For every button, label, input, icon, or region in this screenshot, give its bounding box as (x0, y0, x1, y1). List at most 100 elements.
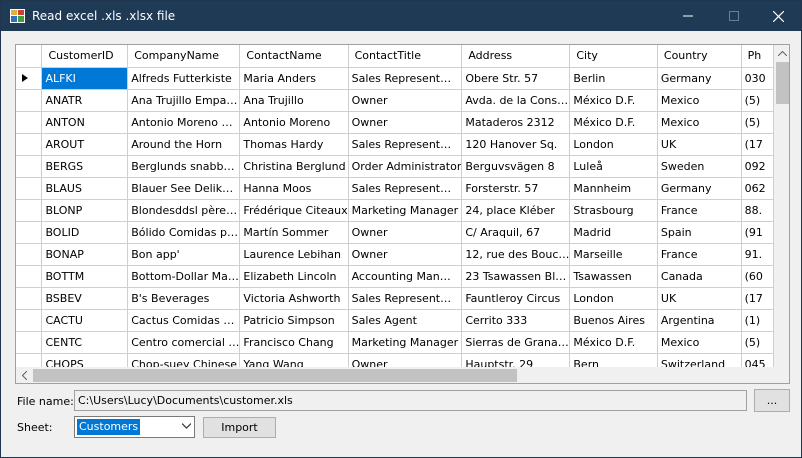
table-cell[interactable]: Bólido Comidas p… (127, 221, 241, 244)
table-cell[interactable]: Marketing Manager (348, 331, 463, 354)
corner-header[interactable] (16, 45, 43, 68)
table-row[interactable]: AROUT Around the Horn Thomas Hardy Sales… (16, 133, 774, 156)
vertical-scrollbar[interactable] (774, 45, 789, 367)
row-header[interactable] (16, 89, 43, 112)
table-cell[interactable]: CENTC (41, 331, 129, 354)
table-cell[interactable]: (91 (741, 221, 774, 244)
column-header[interactable]: CompanyName (127, 45, 241, 68)
table-cell[interactable]: BSBEV (41, 287, 129, 310)
table-cell[interactable]: 24, place Kléber (461, 199, 571, 222)
table-cell[interactable]: UK (657, 133, 742, 156)
table-cell[interactable]: Germany (657, 177, 742, 200)
table-cell[interactable]: 062 (741, 177, 774, 200)
horizontal-scroll-thumb[interactable] (33, 369, 517, 382)
table-cell[interactable]: Francisco Chang (239, 331, 349, 354)
table-cell[interactable]: (60 (741, 265, 774, 288)
column-header[interactable]: Ph (741, 45, 774, 68)
table-cell[interactable]: Ana Trujillo Empa… (127, 89, 241, 112)
table-cell[interactable]: México D.F. (569, 331, 658, 354)
table-cell[interactable]: (5) (741, 331, 774, 354)
table-cell[interactable]: Sales Represent… (348, 133, 463, 156)
table-cell[interactable]: Yang Wang (239, 353, 349, 367)
table-row[interactable]: CHOPS Chop-suey Chinese Yang Wang Owner … (16, 353, 774, 367)
table-cell[interactable]: 030 (741, 67, 774, 90)
table-cell[interactable]: Antonio Moreno (239, 111, 349, 134)
table-cell[interactable]: London (569, 287, 658, 310)
row-header[interactable] (16, 177, 43, 200)
title-bar[interactable]: Read excel .xls .xlsx file (1, 1, 801, 31)
table-cell[interactable]: Around the Horn (127, 133, 241, 156)
table-cell[interactable]: AROUT (41, 133, 129, 156)
table-cell[interactable]: CACTU (41, 309, 129, 332)
row-header[interactable] (16, 265, 43, 288)
table-cell[interactable]: Owner (348, 111, 463, 134)
table-cell[interactable]: (17 (741, 287, 774, 310)
table-cell[interactable]: 91. (741, 243, 774, 266)
scroll-left-button[interactable] (16, 367, 33, 383)
table-cell[interactable]: Madrid (569, 221, 658, 244)
row-header[interactable] (16, 67, 43, 90)
table-cell[interactable]: Obere Str. 57 (461, 67, 571, 90)
table-cell[interactable]: Argentina (657, 309, 742, 332)
table-cell[interactable]: Berlin (569, 67, 658, 90)
table-cell[interactable]: Tsawassen (569, 265, 658, 288)
table-cell[interactable]: C/ Araquil, 67 (461, 221, 571, 244)
table-cell[interactable]: 23 Tsawassen Bl… (461, 265, 571, 288)
table-cell[interactable]: France (657, 243, 742, 266)
table-cell[interactable]: B's Beverages (127, 287, 241, 310)
table-cell[interactable]: Marketing Manager (348, 199, 463, 222)
table-cell[interactable]: Martín Sommer (239, 221, 349, 244)
table-cell[interactable]: BOTTM (41, 265, 129, 288)
table-cell[interactable]: UK (657, 287, 742, 310)
table-row[interactable]: CENTC Centro comercial … Francisco Chang… (16, 331, 774, 354)
column-header[interactable]: City (569, 45, 658, 68)
table-cell[interactable]: Strasbourg (569, 199, 658, 222)
table-cell[interactable]: Sales Represent… (348, 287, 463, 310)
table-cell[interactable]: Germany (657, 67, 742, 90)
table-cell[interactable]: Sweden (657, 155, 742, 178)
table-cell[interactable]: Bon app' (127, 243, 241, 266)
row-header[interactable] (16, 133, 43, 156)
table-cell[interactable]: Sierras de Grana… (461, 331, 571, 354)
table-cell[interactable]: Owner (348, 243, 463, 266)
table-cell[interactable]: Owner (348, 221, 463, 244)
row-header[interactable] (16, 155, 43, 178)
table-cell[interactable]: Cactus Comidas … (127, 309, 241, 332)
table-cell[interactable]: Thomas Hardy (239, 133, 349, 156)
table-cell[interactable]: Centro comercial … (127, 331, 241, 354)
table-row[interactable]: BOTTM Bottom-Dollar Ma… Elizabeth Lincol… (16, 265, 774, 288)
table-cell[interactable]: Sales Represent… (348, 67, 463, 90)
browse-button[interactable]: ... (754, 389, 790, 412)
table-cell[interactable]: Antonio Moreno … (127, 111, 241, 134)
column-header[interactable]: CustomerID (41, 45, 129, 68)
table-cell[interactable]: BLONP (41, 199, 129, 222)
table-cell[interactable]: BOLID (41, 221, 129, 244)
table-cell[interactable]: Forsterstr. 57 (461, 177, 571, 200)
row-header[interactable] (16, 309, 43, 332)
table-cell[interactable]: (17 (741, 133, 774, 156)
table-cell[interactable]: Fauntleroy Circus (461, 287, 571, 310)
table-cell[interactable]: Marseille (569, 243, 658, 266)
table-cell[interactable]: BONAP (41, 243, 129, 266)
table-cell[interactable]: Alfreds Futterkiste (127, 67, 241, 90)
table-cell[interactable]: Patricio Simpson (239, 309, 349, 332)
table-cell[interactable]: Cerrito 333 (461, 309, 571, 332)
row-header[interactable] (16, 331, 43, 354)
table-cell[interactable]: ANATR (41, 89, 129, 112)
table-cell[interactable]: Blauer See Delik… (127, 177, 241, 200)
table-cell[interactable]: Berguvsvägen 8 (461, 155, 571, 178)
table-cell[interactable]: Laurence Lebihan (239, 243, 349, 266)
table-cell[interactable]: Buenos Aires (569, 309, 658, 332)
table-cell[interactable]: Luleå (569, 155, 658, 178)
table-cell[interactable]: Mannheim (569, 177, 658, 200)
table-row[interactable]: BOLID Bólido Comidas p… Martín Sommer Ow… (16, 221, 774, 244)
table-cell[interactable]: Victoria Ashworth (239, 287, 349, 310)
table-cell[interactable]: Hanna Moos (239, 177, 349, 200)
table-cell[interactable]: México D.F. (569, 111, 658, 134)
column-header[interactable]: Address (461, 45, 571, 68)
table-cell[interactable]: (1) (741, 309, 774, 332)
table-cell[interactable]: Sales Represent… (348, 177, 463, 200)
table-cell[interactable]: Owner (348, 353, 463, 367)
column-header[interactable]: ContactTitle (348, 45, 463, 68)
file-name-field[interactable]: C:\Users\Lucy\Documents\customer.xls (74, 390, 747, 411)
